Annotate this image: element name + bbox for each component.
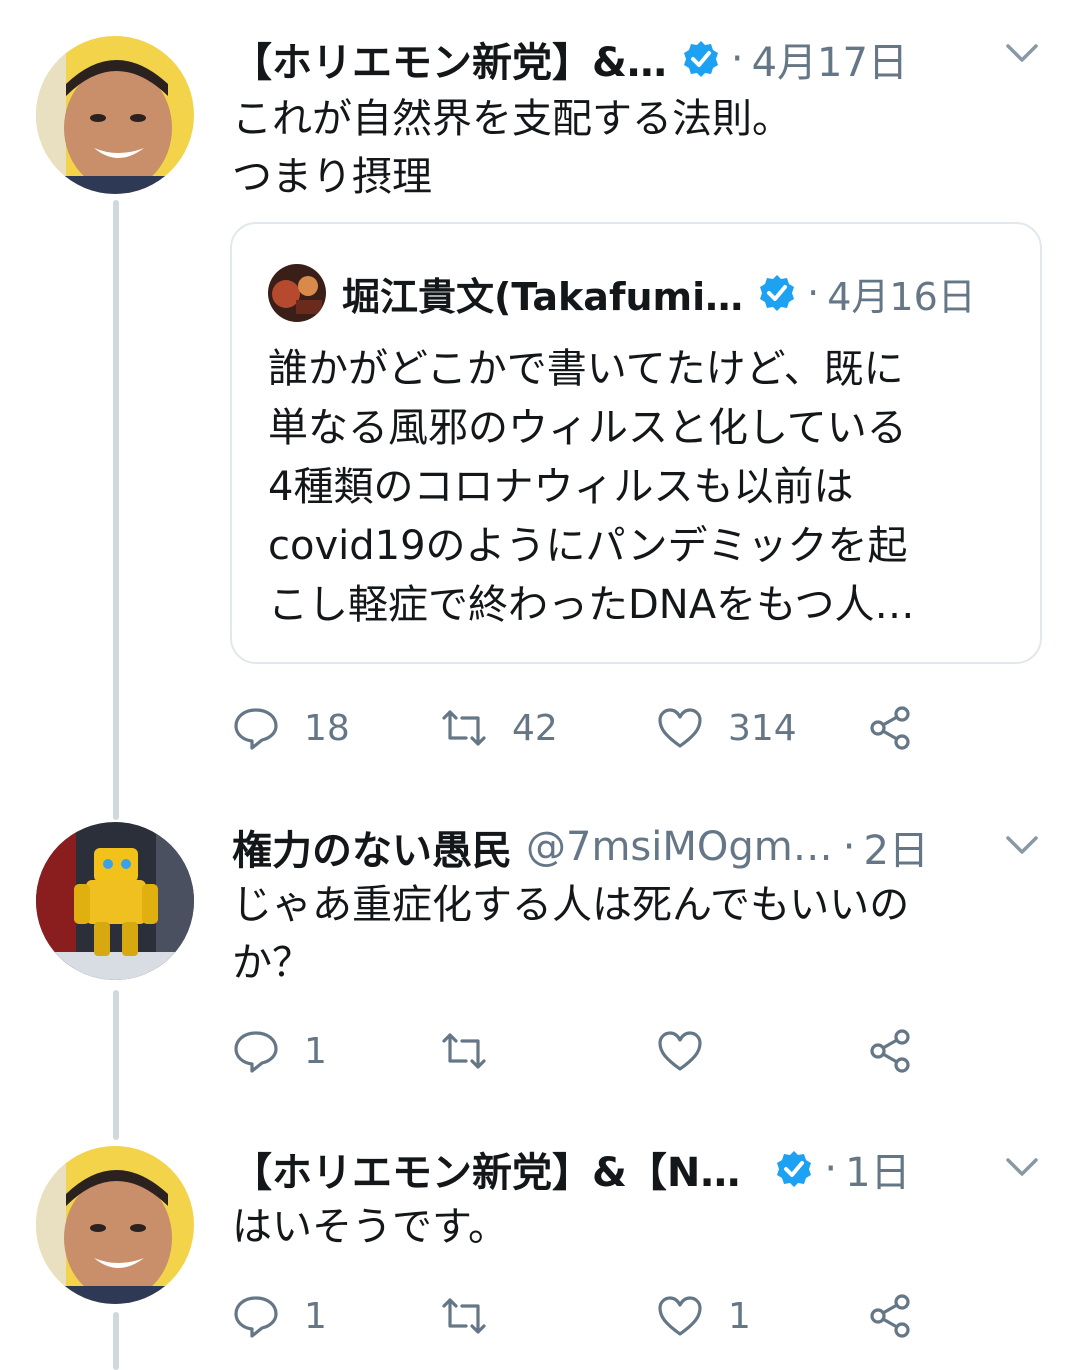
quoted-header: 堀江貴文(Takafumi… · 4月16日 (342, 264, 976, 322)
chevron-down-icon[interactable] (1004, 1156, 1040, 1180)
thread-line (113, 990, 119, 1140)
tweet-text-line: か？ (232, 940, 312, 986)
quoted-timestamp: 4月16日 (827, 274, 976, 319)
timestamp[interactable]: 1日 (845, 1140, 910, 1198)
verified-badge-icon (777, 1151, 812, 1187)
heart-icon (658, 708, 702, 748)
tweet-actions: 18 42 314 (232, 698, 932, 758)
tweet-text-line: つまり摂理 (232, 154, 432, 200)
tweet-header: 権力のない愚民 @7msiMOgm… · 2日 (232, 818, 929, 876)
tweet-text: これが自然界を支配する法則。 つまり摂理 (232, 90, 792, 206)
tweet-actions: 1 (232, 1021, 932, 1081)
retweet-button[interactable]: 42 (440, 698, 558, 758)
retweet-icon (442, 1033, 486, 1069)
retweet-count: 42 (512, 707, 558, 749)
tweet-text-line: じゃあ重症化する人は死んでもいいの (232, 882, 910, 928)
reply-icon (234, 1031, 278, 1073)
quoted-text-line: 4種類のコロナウィルスも以前は (268, 464, 854, 510)
quoted-text-line: 単なる風邪のウィルスと化している (268, 405, 907, 451)
heart-icon (658, 1296, 702, 1336)
quoted-text-line: こし軽症で終わったDNAをもつ人… (268, 582, 915, 628)
share-icon (870, 706, 910, 750)
avatar[interactable] (36, 1146, 194, 1304)
reply-icon (234, 708, 278, 750)
quoted-avatar (268, 264, 326, 322)
like-count: 1 (728, 1295, 751, 1337)
reply-button[interactable]: 1 (232, 1021, 327, 1081)
chevron-down-icon[interactable] (1004, 834, 1040, 858)
chevron-down-icon[interactable] (1004, 42, 1040, 66)
share-icon (870, 1294, 910, 1338)
tweet-header: 【ホリエモン新党】&【N… · 1日 (232, 1140, 911, 1198)
retweet-button[interactable] (440, 1021, 512, 1081)
reply-button[interactable]: 18 (232, 698, 350, 758)
quoted-display-name: 堀江貴文(Takafumi… (342, 274, 744, 319)
quoted-tweet-card[interactable]: 堀江貴文(Takafumi… · 4月16日 誰かがどこかで書いてたけど、既に … (230, 222, 1042, 664)
tweet-text-line: はいそうです。 (232, 1204, 508, 1250)
thread-line (113, 1312, 119, 1370)
user-handle[interactable]: @7msiMOgm… (526, 824, 833, 870)
heart-icon (658, 1031, 702, 1071)
share-button[interactable] (866, 1021, 914, 1081)
separator-dot: · (824, 1146, 838, 1192)
timestamp[interactable]: 4月17日 (752, 30, 908, 88)
avatar[interactable] (36, 822, 194, 980)
quoted-text: 誰かがどこかで書いてたけど、既に 単なる風邪のウィルスと化している 4種類のコロ… (268, 340, 915, 635)
reply-icon (234, 1296, 278, 1338)
tweet-text-line: これが自然界を支配する法則。 (232, 96, 792, 142)
share-button[interactable] (866, 1286, 914, 1346)
separator-dot: · (842, 824, 856, 870)
like-button[interactable]: 314 (656, 698, 797, 758)
retweet-icon (442, 1298, 486, 1334)
like-count: 314 (728, 707, 797, 749)
thread-line (113, 200, 119, 820)
retweet-icon (442, 710, 486, 746)
reply-count: 18 (304, 707, 350, 749)
verified-badge-icon (683, 41, 718, 77)
share-button[interactable] (866, 698, 914, 758)
reply-count: 1 (304, 1295, 327, 1337)
display-name[interactable]: 権力のない愚民 (232, 818, 512, 876)
reply-count: 1 (304, 1030, 327, 1072)
tweet-text: はいそうです。 (232, 1198, 508, 1256)
quoted-text-line: covid19のようにパンデミックを起 (268, 523, 908, 569)
reply-button[interactable]: 1 (232, 1286, 327, 1346)
avatar[interactable] (36, 36, 194, 194)
tweet-header: 【ホリエモン新党】&… · 4月17日 (232, 30, 908, 88)
like-button[interactable]: 1 (656, 1286, 751, 1346)
retweet-button[interactable] (440, 1286, 512, 1346)
timestamp[interactable]: 2日 (863, 818, 928, 876)
like-button[interactable] (656, 1021, 728, 1081)
share-icon (870, 1029, 910, 1073)
tweet-actions: 1 1 (232, 1286, 932, 1346)
quoted-text-line: 誰かがどこかで書いてたけど、既に (268, 346, 904, 392)
display-name[interactable]: 【ホリエモン新党】&… (232, 30, 667, 88)
verified-badge-icon (760, 275, 795, 311)
separator-dot: · (807, 271, 820, 315)
display-name[interactable]: 【ホリエモン新党】&【N… (232, 1140, 740, 1198)
separator-dot: · (730, 36, 744, 82)
tweet-text: じゃあ重症化する人は死んでもいいの か？ (232, 876, 909, 992)
